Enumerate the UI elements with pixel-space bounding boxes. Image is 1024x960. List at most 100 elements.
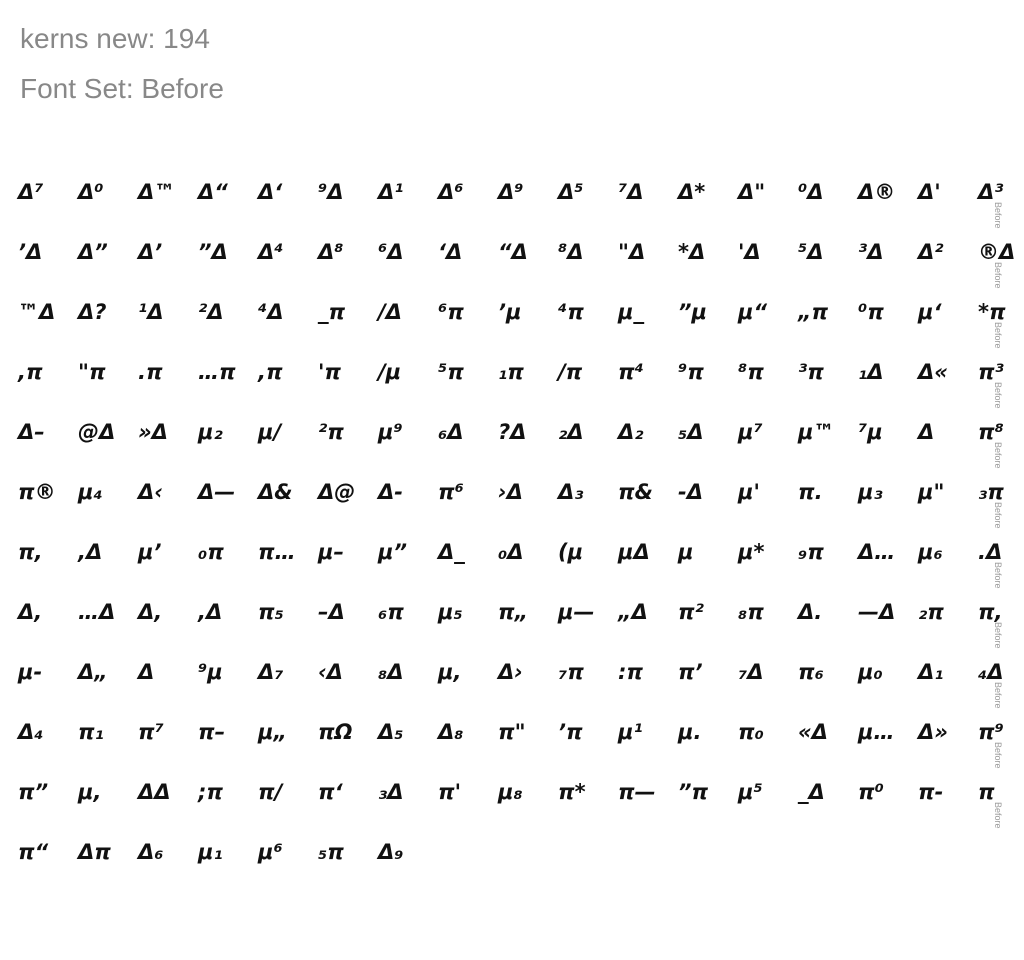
- kern-pair: μ™: [798, 420, 835, 444]
- kern-pair: μ*: [738, 540, 765, 564]
- row-font-set-label: Before: [993, 742, 1003, 769]
- kern-pair: Δ“: [198, 180, 228, 204]
- kern-pair: ³Δ: [858, 240, 884, 264]
- kern-pair: ₇π: [558, 660, 584, 684]
- kern-pair: μ—: [558, 600, 595, 624]
- kern-pair: Δ⁴: [258, 240, 284, 264]
- kern-pair: π": [498, 720, 526, 744]
- kern-pair-row: π, ,Δ μ’ ₀π π… μ– μ” Δ_ ₀Δ (μ μΔ μ μ* ₉π Δ… μ₆ .Δ Before: [18, 532, 1018, 592]
- kern-pair: (μ: [558, 540, 584, 564]
- kern-pair: ‘Δ: [438, 240, 463, 264]
- kern-pair: Δ&: [258, 480, 293, 504]
- kern-pair: Δ–: [18, 420, 45, 444]
- kern-pair: ,π: [18, 360, 43, 384]
- kern-pair: ₆π: [378, 600, 404, 624]
- kern-pair: ₁π: [498, 360, 524, 384]
- kern-pair: π…: [258, 540, 296, 564]
- kern-pair: μ…: [858, 720, 895, 744]
- kern-pair: ₀π: [198, 540, 224, 564]
- kern-pair: Δ›: [498, 660, 523, 684]
- kern-pair: Δ₄: [18, 720, 44, 744]
- kern-pair-row: π® μ₄ Δ‹ Δ— Δ& Δ@ Δ-π⁶ ›Δ Δ₃ π& -Δ μ' π. μ₃ μ" ₃π Before: [18, 472, 1018, 532]
- kern-pair: _Δ: [798, 780, 825, 804]
- kern-pair: ⁵Δ: [798, 240, 824, 264]
- kern-pair: ’Δ: [18, 240, 43, 264]
- kern-pair: ⁰Δ: [798, 180, 824, 204]
- kern-pair: Δ": [738, 180, 766, 204]
- kern-pair: “Δ: [498, 240, 528, 264]
- kern-pair: ’π: [558, 720, 583, 744]
- kern-pair: "π: [78, 360, 106, 384]
- kern-pair: Δ⁹: [498, 180, 524, 204]
- row-font-set-label: Before: [993, 442, 1003, 469]
- kern-pair-row: Δ, …Δ Δ, ,Δ π₅ –Δ ₆π μ₅ π„ μ— „Δ π² ₈π Δ. —Δ ₂π π, Before: [18, 592, 1018, 652]
- row-font-set-label: Before: [993, 202, 1003, 229]
- kern-pair: /Δ: [378, 300, 402, 324]
- kern-pair: π’: [678, 660, 703, 684]
- kern-pair: μ': [738, 480, 760, 504]
- kern-pair: π₅: [258, 600, 284, 624]
- kern-pair: *Δ: [678, 240, 706, 264]
- kern-pair: μ.: [678, 720, 702, 744]
- kern-pair: Δ₈: [438, 720, 464, 744]
- kern-pair: .π: [138, 360, 163, 384]
- kern-pair: π₀: [738, 720, 764, 744]
- kern-pair: ⁵π: [438, 360, 464, 384]
- kern-pair: ⁸π: [738, 360, 764, 384]
- kern-pair: Δ₆: [138, 840, 164, 864]
- kern-pair: Δ‘: [258, 180, 283, 204]
- row-font-set-label: Before: [993, 262, 1003, 289]
- kern-pair: ₅π: [318, 840, 344, 864]
- kern-pair: ’μ: [498, 300, 522, 324]
- kern-pair: ₆Δ: [438, 420, 464, 444]
- kern-pair: "Δ: [618, 240, 646, 264]
- kern-pair: μ⁶: [258, 840, 283, 864]
- kern-pair: Δ„: [78, 660, 108, 684]
- kern-pair: ₈π: [738, 600, 764, 624]
- kern-pair: π₆: [798, 660, 824, 684]
- kern-pair: –Δ: [318, 600, 345, 624]
- kern-pair: 'π: [318, 360, 342, 384]
- kern-pair: ⁹μ: [198, 660, 223, 684]
- kern-pair: μ–: [318, 540, 344, 564]
- kern-pair: Δ⁷: [18, 180, 44, 204]
- kern-pair-row: π” μ, ΔΔ ;π π/π‘ ₃Δ π' μ₈ π* π— ”π μ⁵ _Δ π⁰ π-π Before: [18, 772, 1018, 832]
- kern-pair: Δ₁: [918, 660, 944, 684]
- kern-pair: μ₈: [498, 780, 523, 804]
- kern-pair: μ_: [618, 300, 644, 324]
- kern-pair: ⁶π: [438, 300, 464, 324]
- kern-pair: ;π: [198, 780, 224, 804]
- kern-pair: Δ⁵: [558, 180, 584, 204]
- kern-pair-grid: Δ⁷ Δ⁰ Δ™ Δ“ Δ‘ ⁹Δ Δ¹ Δ⁶ Δ⁹ Δ⁵ ⁷Δ Δ* Δ" ⁰Δ Δ® Δ' Δ³ Before…: [18, 172, 1018, 892]
- kern-pair: Δ-: [378, 480, 403, 504]
- kern-pair: ⁴π: [558, 300, 584, 324]
- kern-pair: Δ²: [918, 240, 944, 264]
- kern-pair: ⁰π: [858, 300, 884, 324]
- kern-pair: ”π: [678, 780, 709, 804]
- kern-pair: μ‘: [918, 300, 942, 324]
- kern-pair: Δ…: [858, 540, 896, 564]
- kern-pair: μ⁹: [378, 420, 403, 444]
- kern-pair: ₇Δ: [738, 660, 764, 684]
- kern-pair: ²Δ: [198, 300, 224, 324]
- kern-pair: μ,: [438, 660, 462, 684]
- kern-pair: ₂π: [918, 600, 944, 624]
- kern-pair: „π: [798, 300, 829, 324]
- row-font-set-label: Before: [993, 682, 1003, 709]
- kern-pair: π⁴: [618, 360, 644, 384]
- kern-pair-row: ,π "π .π …π ,π'π/μ ⁵π ₁π/π π⁴ ⁹π ⁸π ³π ₁Δ Δ« π³ Before: [18, 352, 1018, 412]
- kern-pair: μ⁷: [738, 420, 763, 444]
- kern-pair: π-: [918, 780, 944, 804]
- kern-pair: π“: [18, 840, 49, 864]
- kern-pair: μ„: [258, 720, 287, 744]
- kern-pair: π⁶: [438, 480, 464, 504]
- kern-pair: ²π: [318, 420, 344, 444]
- kern-pair: Δ‹: [138, 480, 163, 504]
- kern-pair: π/: [258, 780, 283, 804]
- kern-pair: Δ,: [138, 600, 163, 624]
- kern-pair: μ,: [78, 780, 102, 804]
- kern-pair: π₁: [78, 720, 104, 744]
- row-font-set-label: Before: [993, 622, 1003, 649]
- kern-pair-row: ™Δ Δ? ¹Δ ²Δ ⁴Δ _π/Δ ⁶π’μ ⁴π μ_ ”μ μ“ „π ⁰π μ‘ *π Before: [18, 292, 1018, 352]
- kern-pair: ›Δ: [498, 480, 523, 504]
